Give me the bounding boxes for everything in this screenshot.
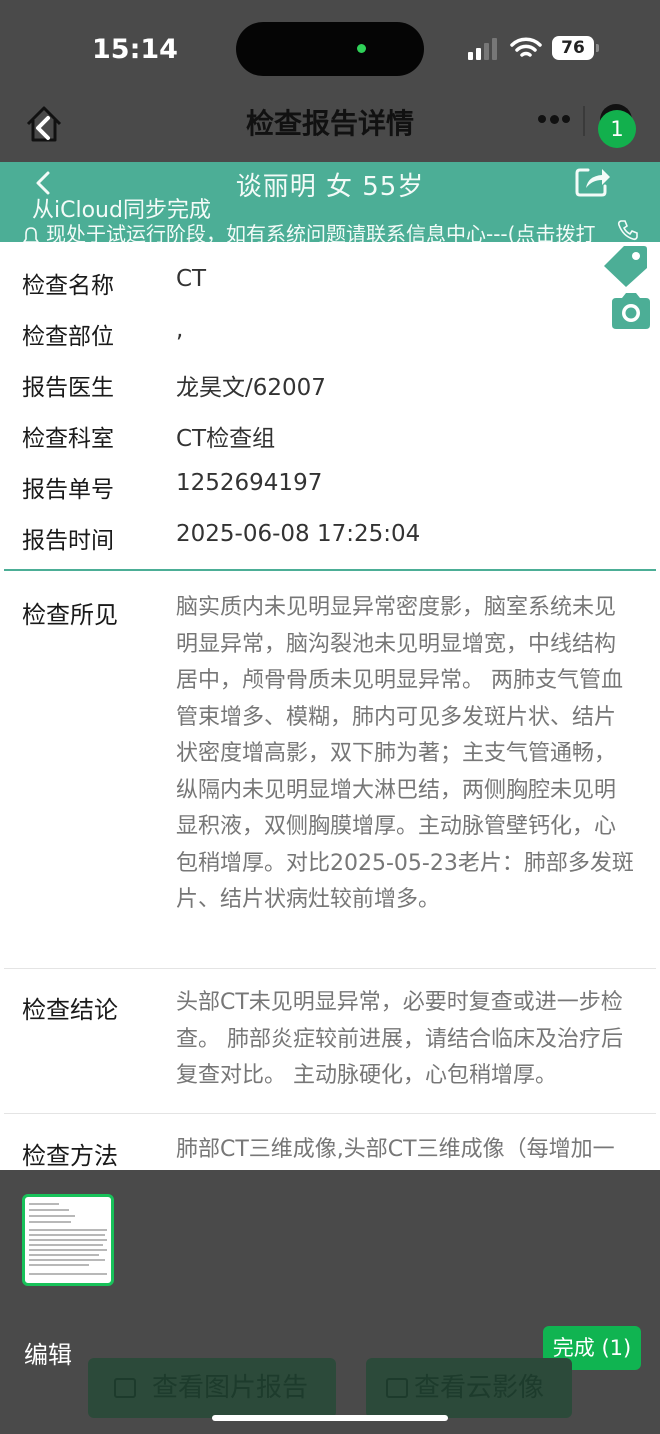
conclusion-label: 检查结论: [22, 996, 118, 1024]
findings-text: 脑实质内未见明显异常密度影，脑室系统未见明显异常，脑沟裂池未见明显增宽，中线结构…: [176, 595, 634, 912]
conclusion-text: 头部CT未见明显异常，必要时复查或进一步检查。 肺部炎症较前进展，请结合临床及治…: [176, 990, 623, 1088]
report-time-label: 报告时间: [22, 528, 114, 554]
exam-name-label: 检查名称: [22, 273, 114, 299]
doctor-label: 报告医生: [22, 375, 114, 401]
cloud-image-icon: [386, 1378, 408, 1398]
share-icon[interactable]: [574, 164, 612, 198]
dynamic-island: [236, 22, 424, 76]
battery-tip: [596, 44, 599, 52]
report-content: 检查名称 CT 检查部位 , 报告医生 龙昊文/62007 检查科室 CT检查组…: [0, 242, 660, 1170]
image-report-button[interactable]: 查看图片报告: [88, 1358, 336, 1418]
notice-marquee[interactable]: 现处于试运行阶段，如有系统问题请联系信息中心---(点击拨打: [22, 218, 660, 242]
findings-divider: [4, 968, 656, 969]
image-report-label: 查看图片报告: [152, 1373, 309, 1403]
notice-text: 现处于试运行阶段，如有系统问题请联系信息中心---(点击拨打: [46, 222, 596, 242]
department-label: 检查科室: [22, 426, 114, 452]
cloud-image-label: 查看云影像: [414, 1373, 545, 1403]
battery-icon: 76: [552, 36, 594, 60]
edit-label: 编辑: [24, 1341, 72, 1369]
exam-site-label: 检查部位: [22, 324, 114, 350]
method-label: 检查方法: [22, 1142, 118, 1170]
camera-indicator-dot: [357, 44, 366, 53]
capsule-divider: [583, 106, 585, 136]
camera-icon[interactable]: [610, 292, 652, 330]
home-indicator[interactable]: [212, 1415, 448, 1421]
more-icon[interactable]: [534, 106, 574, 132]
app-header: 检查报告详情: [0, 100, 660, 162]
info-divider: [4, 569, 656, 571]
method-text: 肺部CT三维成像,头部CT三维成像（每增加一个部位）: [176, 1137, 615, 1162]
doctor-value: 龙昊文/62007: [176, 375, 326, 401]
signal-icon: [468, 38, 498, 60]
cloud-image-button[interactable]: 查看云影像: [366, 1358, 572, 1418]
exam-site-value: ,: [176, 317, 184, 343]
findings-label: 检查所见: [22, 601, 118, 629]
bell-icon: [22, 226, 40, 242]
report-thumbnail[interactable]: [22, 1194, 114, 1286]
notification-badge[interactable]: 1: [598, 110, 636, 148]
status-time: 15:14: [92, 34, 178, 65]
report-number-value: 1252694197: [176, 470, 323, 496]
status-bar: 15:14 76: [0, 0, 660, 100]
image-icon: [114, 1378, 136, 1398]
tag-icon[interactable]: [600, 242, 650, 288]
phone-icon[interactable]: [616, 218, 640, 242]
conclusion-divider: [4, 1113, 656, 1114]
exam-name-value: CT: [176, 266, 207, 292]
patient-bar: 谈丽明 女 55岁 从iCloud同步完成 现处于试运行阶段，如有系统问题请联系…: [0, 162, 660, 242]
report-number-label: 报告单号: [22, 477, 114, 503]
report-time-value: 2025-06-08 17:25:04: [176, 521, 421, 547]
department-value: CT检查组: [176, 426, 276, 452]
wifi-icon: [510, 37, 542, 57]
